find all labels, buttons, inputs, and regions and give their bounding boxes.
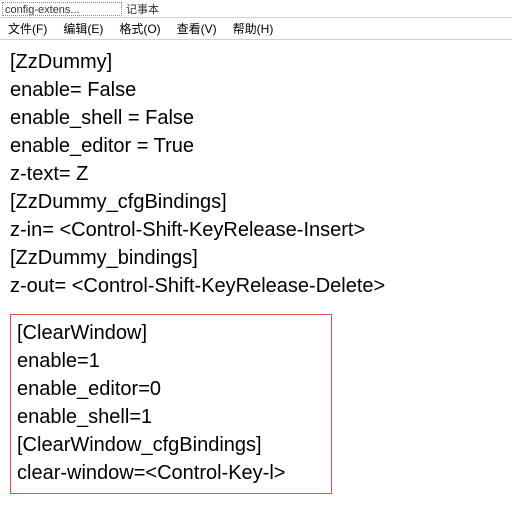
window-title-suffix: 记事本 [126, 1, 159, 17]
config-line: [ZzDummy_cfgBindings] [10, 188, 502, 216]
config-line: z-out= <Control-Shift-KeyRelease-Delete> [10, 272, 502, 300]
config-line: enable= False [10, 76, 502, 104]
config-line: clear-window=<Control-Key-l> [17, 459, 325, 487]
menu-edit[interactable]: 编辑(E) [59, 18, 107, 39]
menu-view[interactable]: 查看(V) [173, 18, 221, 39]
config-line: enable_editor=0 [17, 375, 325, 403]
config-line: z-in= <Control-Shift-KeyRelease-Insert> [10, 216, 502, 244]
config-line: [ClearWindow_cfgBindings] [17, 431, 325, 459]
menu-bar: 文件(F) 编辑(E) 格式(O) 查看(V) 帮助(H) [0, 18, 512, 40]
config-line: enable_shell=1 [17, 403, 325, 431]
config-line: [ZzDummy] [10, 48, 502, 76]
menu-format[interactable]: 格式(O) [115, 18, 164, 39]
config-line: enable_shell = False [10, 104, 502, 132]
title-bar: config-extens... 记事本 [0, 0, 512, 18]
text-content-area[interactable]: [ZzDummy] enable= False enable_shell = F… [0, 40, 512, 532]
menu-help[interactable]: 帮助(H) [229, 18, 278, 39]
config-line: enable_editor = True [10, 132, 502, 160]
config-line: z-text= Z [10, 160, 502, 188]
config-block-zzdummy: [ZzDummy] enable= False enable_shell = F… [10, 48, 502, 300]
window-title-filename: config-extens... [2, 2, 122, 16]
config-line: enable=1 [17, 347, 325, 375]
config-line: [ZzDummy_bindings] [10, 244, 502, 272]
config-line: [ClearWindow] [17, 319, 325, 347]
config-block-clearwindow-highlighted: [ClearWindow] enable=1 enable_editor=0 e… [10, 314, 332, 494]
menu-file[interactable]: 文件(F) [4, 18, 51, 39]
